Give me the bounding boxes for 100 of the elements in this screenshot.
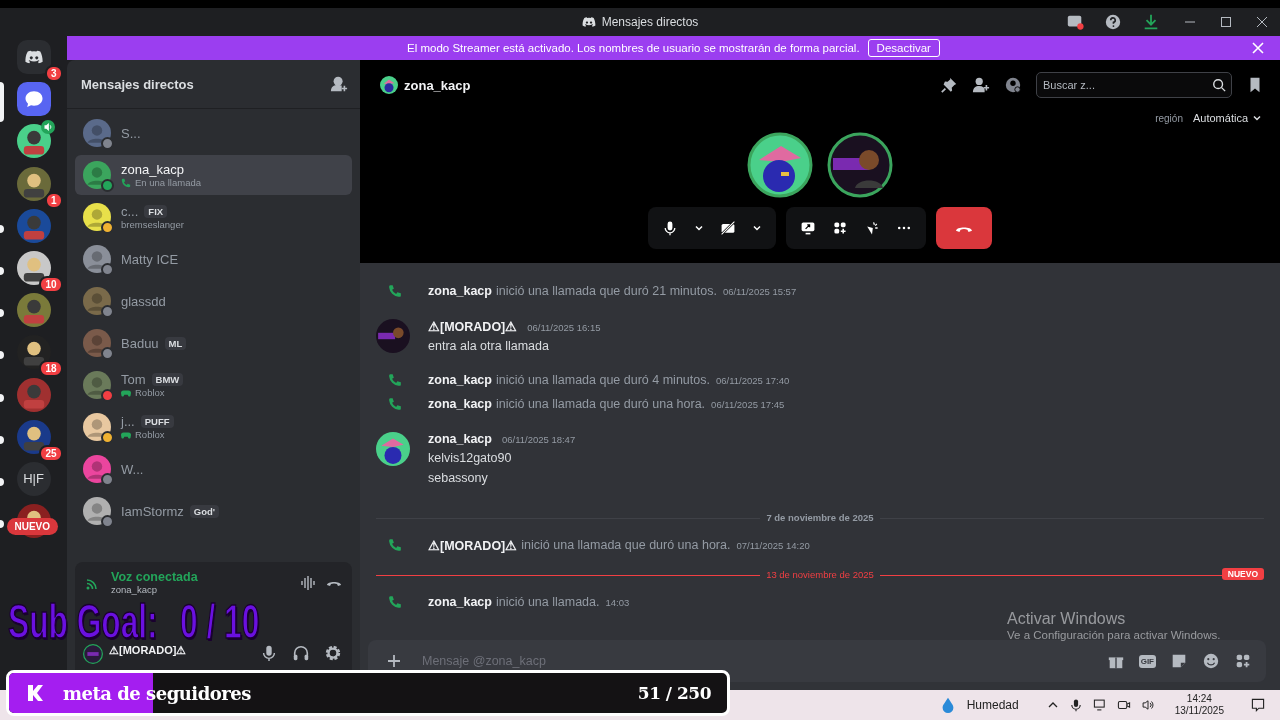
maximize-icon[interactable]	[1220, 16, 1232, 28]
timestamp: 07/11/2025 14:20	[736, 539, 810, 551]
goal-count: 51 / 250	[637, 683, 711, 703]
weather-text[interactable]: Humedad	[966, 698, 1019, 712]
conversation-item[interactable]: zona_kacp En una llamada	[75, 155, 352, 195]
sticker-icon[interactable]	[1170, 652, 1188, 670]
avatar	[376, 432, 410, 466]
direct-messages-button[interactable]	[16, 82, 51, 117]
conversation-item[interactable]: glassdd	[75, 281, 352, 321]
unread-count-badge: 3	[44, 65, 63, 82]
phone-icon	[388, 397, 402, 411]
conversation-item[interactable]: j... PUFF Roblox	[75, 407, 352, 447]
username: Tom	[121, 372, 146, 387]
activation-title: Activar Windows	[1007, 610, 1127, 628]
headphones-icon[interactable]	[292, 644, 310, 662]
conversation-item[interactable]: IamStormz God'	[75, 491, 352, 531]
conversation-item[interactable]: W...	[75, 449, 352, 489]
server-item[interactable]: H|F	[0, 461, 67, 502]
chevron-down-icon[interactable]	[752, 223, 762, 233]
author-name[interactable]: zona_kacp	[428, 595, 492, 609]
author-name[interactable]: ⚠[MORADO]⚠	[428, 319, 518, 334]
unread-count-badge: 18	[39, 360, 63, 378]
microphone-icon[interactable]	[260, 644, 278, 662]
banner-text: El modo Streamer está activado. Los nombres de usuario se mostrarán de forma parcial.	[407, 42, 860, 54]
new-group-icon[interactable]	[330, 75, 348, 93]
avatar	[83, 245, 111, 273]
volume-icon[interactable]	[1140, 698, 1155, 712]
system-message: inició una llamada.	[495, 595, 600, 609]
guild-tag: PUFF	[140, 415, 174, 428]
server-button[interactable]: H|F	[16, 461, 51, 496]
avatar	[83, 455, 111, 483]
activation-text: Ve a Configuración para activar Windows.	[1007, 629, 1221, 642]
camera-icon[interactable]	[1116, 698, 1131, 712]
phone-icon	[388, 284, 402, 298]
username: IamStormz	[121, 503, 184, 519]
screen-record-icon[interactable]	[1066, 13, 1084, 31]
download-icon[interactable]	[1142, 13, 1160, 31]
deactivate-button[interactable]: Desactivar	[867, 39, 940, 57]
author-name[interactable]: ⚠[MORADO]⚠	[428, 537, 518, 553]
system-message: inició una llamada que duró una hora.	[521, 538, 731, 552]
avatar	[83, 413, 111, 441]
activities-icon[interactable]	[832, 220, 848, 236]
username: ⚠[MORADO]⚠	[109, 644, 188, 657]
chevron-down-icon	[1252, 113, 1262, 123]
avatar	[83, 161, 111, 189]
discord-home-button[interactable]	[16, 40, 51, 74]
avatar	[83, 371, 111, 399]
clock-date[interactable]: 13/11/2025	[1174, 705, 1224, 717]
pin-icon[interactable]	[940, 76, 958, 94]
phone-icon	[121, 177, 131, 188]
username: S...	[121, 125, 141, 141]
network-icon[interactable]	[1092, 698, 1107, 712]
username: Matty ICE	[121, 251, 179, 267]
server-item[interactable]: 10	[0, 250, 67, 291]
conversation-item[interactable]: S...	[75, 113, 352, 153]
server-item[interactable]: 18	[0, 335, 67, 376]
conversation-item[interactable]: c... FIX bremseslanger	[75, 197, 352, 237]
help-icon[interactable]	[1104, 13, 1122, 31]
avatar	[376, 319, 410, 353]
noise-suppression-icon[interactable]	[300, 574, 316, 591]
timestamp: 06/11/2025 15:57	[722, 285, 797, 297]
settings-icon[interactable]	[324, 644, 342, 662]
phone-icon	[388, 595, 402, 609]
microphone-icon[interactable]	[662, 220, 678, 236]
emoji-icon[interactable]	[1202, 652, 1220, 670]
conversation-item[interactable]: Matty ICE	[75, 239, 352, 279]
avatar	[83, 497, 111, 525]
unread-count-badge: 1	[44, 191, 63, 209]
chevron-down-icon[interactable]	[694, 223, 704, 233]
clock-time[interactable]: 14:24	[1186, 693, 1212, 705]
server-item[interactable]: 25	[0, 419, 67, 460]
username: Baduu	[121, 335, 159, 351]
author-name[interactable]: zona_kacp	[428, 373, 492, 387]
username: c...	[121, 204, 139, 219]
search-field[interactable]: Buscar z...	[1036, 72, 1232, 98]
close-icon[interactable]	[1256, 16, 1268, 28]
notification-icon[interactable]	[1250, 697, 1266, 713]
soundboard-icon[interactable]	[864, 220, 880, 236]
server-item[interactable]: NUEVO	[0, 504, 67, 545]
system-message: inició una llamada que duró una hora.	[495, 397, 706, 411]
author-name[interactable]: zona_kacp	[428, 284, 492, 298]
add-friend-icon[interactable]	[972, 76, 990, 94]
server-item[interactable]: 3	[0, 40, 67, 80]
plus-icon[interactable]	[386, 653, 402, 669]
message-text: entra ala otra llamada	[428, 338, 550, 354]
author-name[interactable]: zona_kacp	[428, 397, 492, 411]
profile-icon[interactable]	[1004, 76, 1022, 94]
camera-off-icon[interactable]	[720, 220, 736, 236]
leave-call-button[interactable]	[936, 207, 992, 249]
conversation-item[interactable]: Tom BMW Roblox	[75, 365, 352, 405]
apps-icon[interactable]	[1234, 652, 1252, 670]
participant-avatar	[747, 132, 813, 198]
conversation-item[interactable]: Baduu ML	[75, 323, 352, 363]
gif-button[interactable]: GIF	[1138, 654, 1156, 668]
server-item[interactable]: 1	[0, 166, 67, 207]
region-dropdown[interactable]: Automática	[1192, 112, 1262, 124]
author-name[interactable]: zona_kacp	[428, 432, 492, 446]
avatar	[83, 203, 111, 231]
screen-share-icon[interactable]	[800, 220, 816, 236]
microphone-icon[interactable]	[1068, 698, 1083, 712]
